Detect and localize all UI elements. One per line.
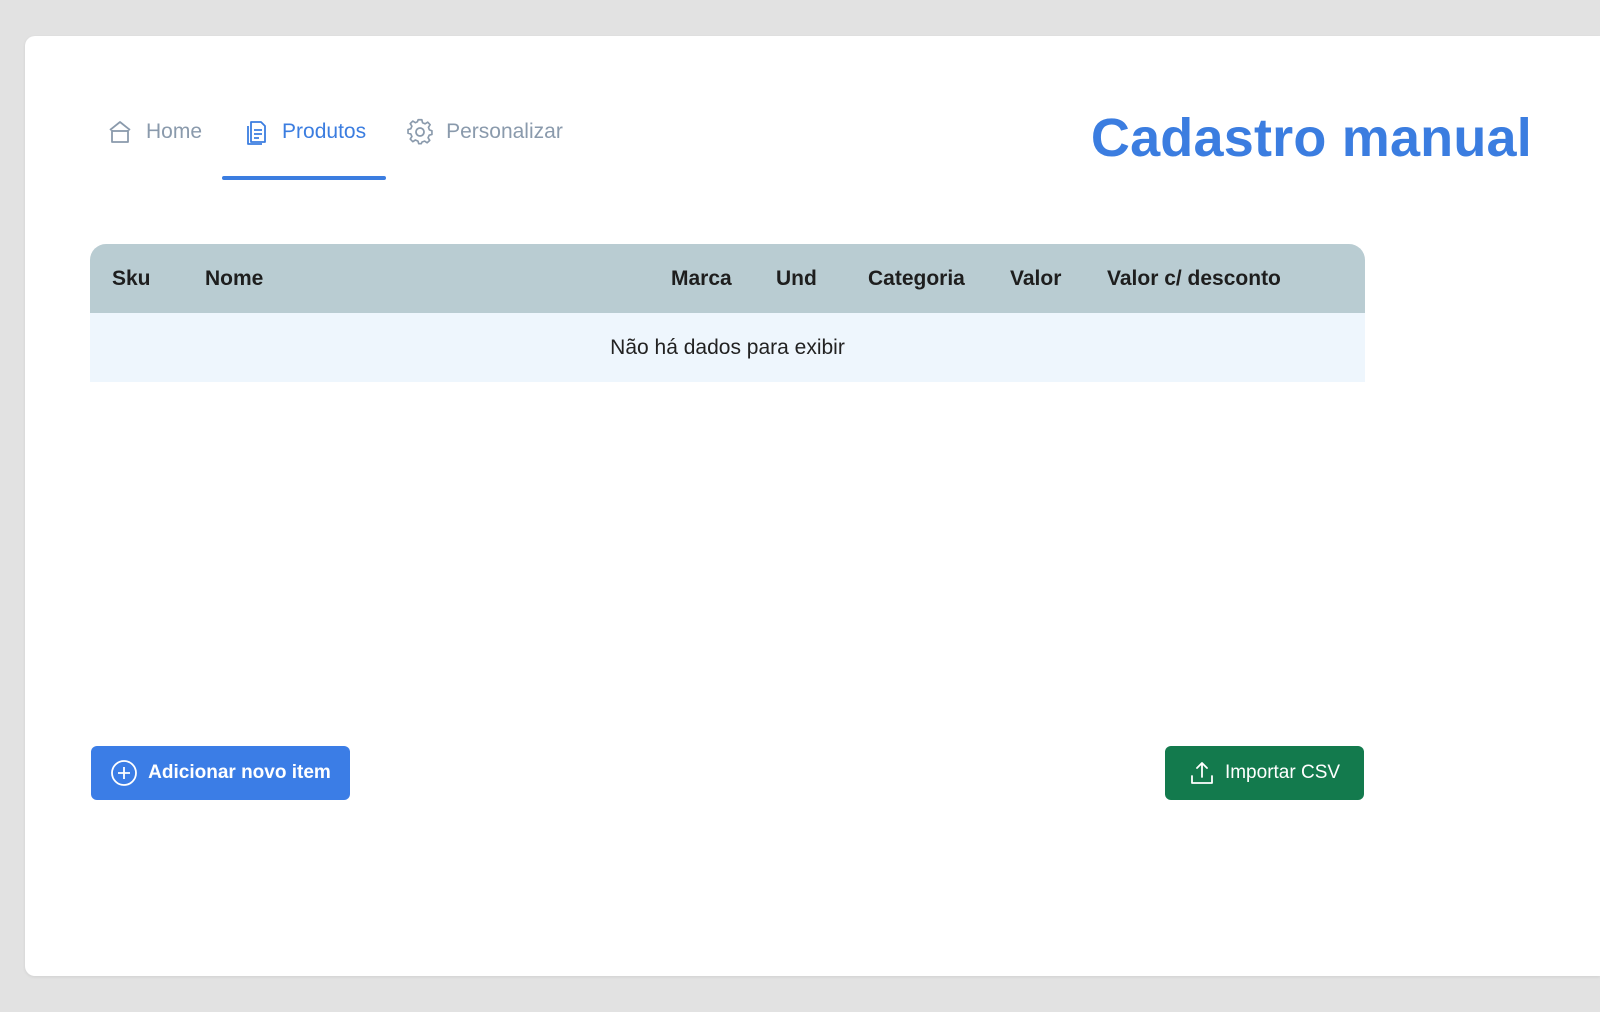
import-csv-label: Importar CSV [1224, 762, 1341, 783]
column-header-valor-desconto[interactable]: Valor c/ desconto [1107, 244, 1281, 313]
table-header: Sku Nome Marca Und Categoria Valor Valor… [90, 244, 1365, 313]
add-item-label: Adicionar novo item [148, 762, 331, 783]
upload-icon [1189, 760, 1215, 786]
home-icon [106, 118, 134, 146]
column-header-nome[interactable]: Nome [205, 244, 263, 313]
column-header-categoria[interactable]: Categoria [868, 244, 965, 313]
plus-circle-icon [110, 759, 138, 787]
document-icon [242, 118, 270, 146]
column-header-sku[interactable]: Sku [112, 244, 151, 313]
page-title: Cadastro manual [1090, 108, 1532, 168]
tab-home-label: Home [146, 120, 203, 143]
column-header-valor[interactable]: Valor [1010, 244, 1061, 313]
column-header-und[interactable]: Und [776, 244, 817, 313]
import-csv-button[interactable]: Importar CSV [1165, 746, 1364, 800]
tab-home[interactable]: Home [86, 84, 222, 180]
column-header-marca[interactable]: Marca [671, 244, 732, 313]
table-empty-row: Não há dados para exibir [90, 313, 1365, 382]
tab-personalizar[interactable]: Personalizar [386, 84, 583, 180]
products-table: Sku Nome Marca Und Categoria Valor Valor… [90, 244, 1365, 382]
tab-produtos-label: Produtos [282, 120, 367, 143]
tab-produtos[interactable]: Produtos [222, 84, 387, 180]
empty-message: Não há dados para exibir [610, 335, 845, 359]
gear-icon [406, 118, 434, 146]
add-item-button[interactable]: Adicionar novo item [91, 746, 350, 800]
nav-tabs: Home Produtos Personalizar [86, 84, 583, 180]
tab-personalizar-label: Personalizar [446, 120, 563, 143]
